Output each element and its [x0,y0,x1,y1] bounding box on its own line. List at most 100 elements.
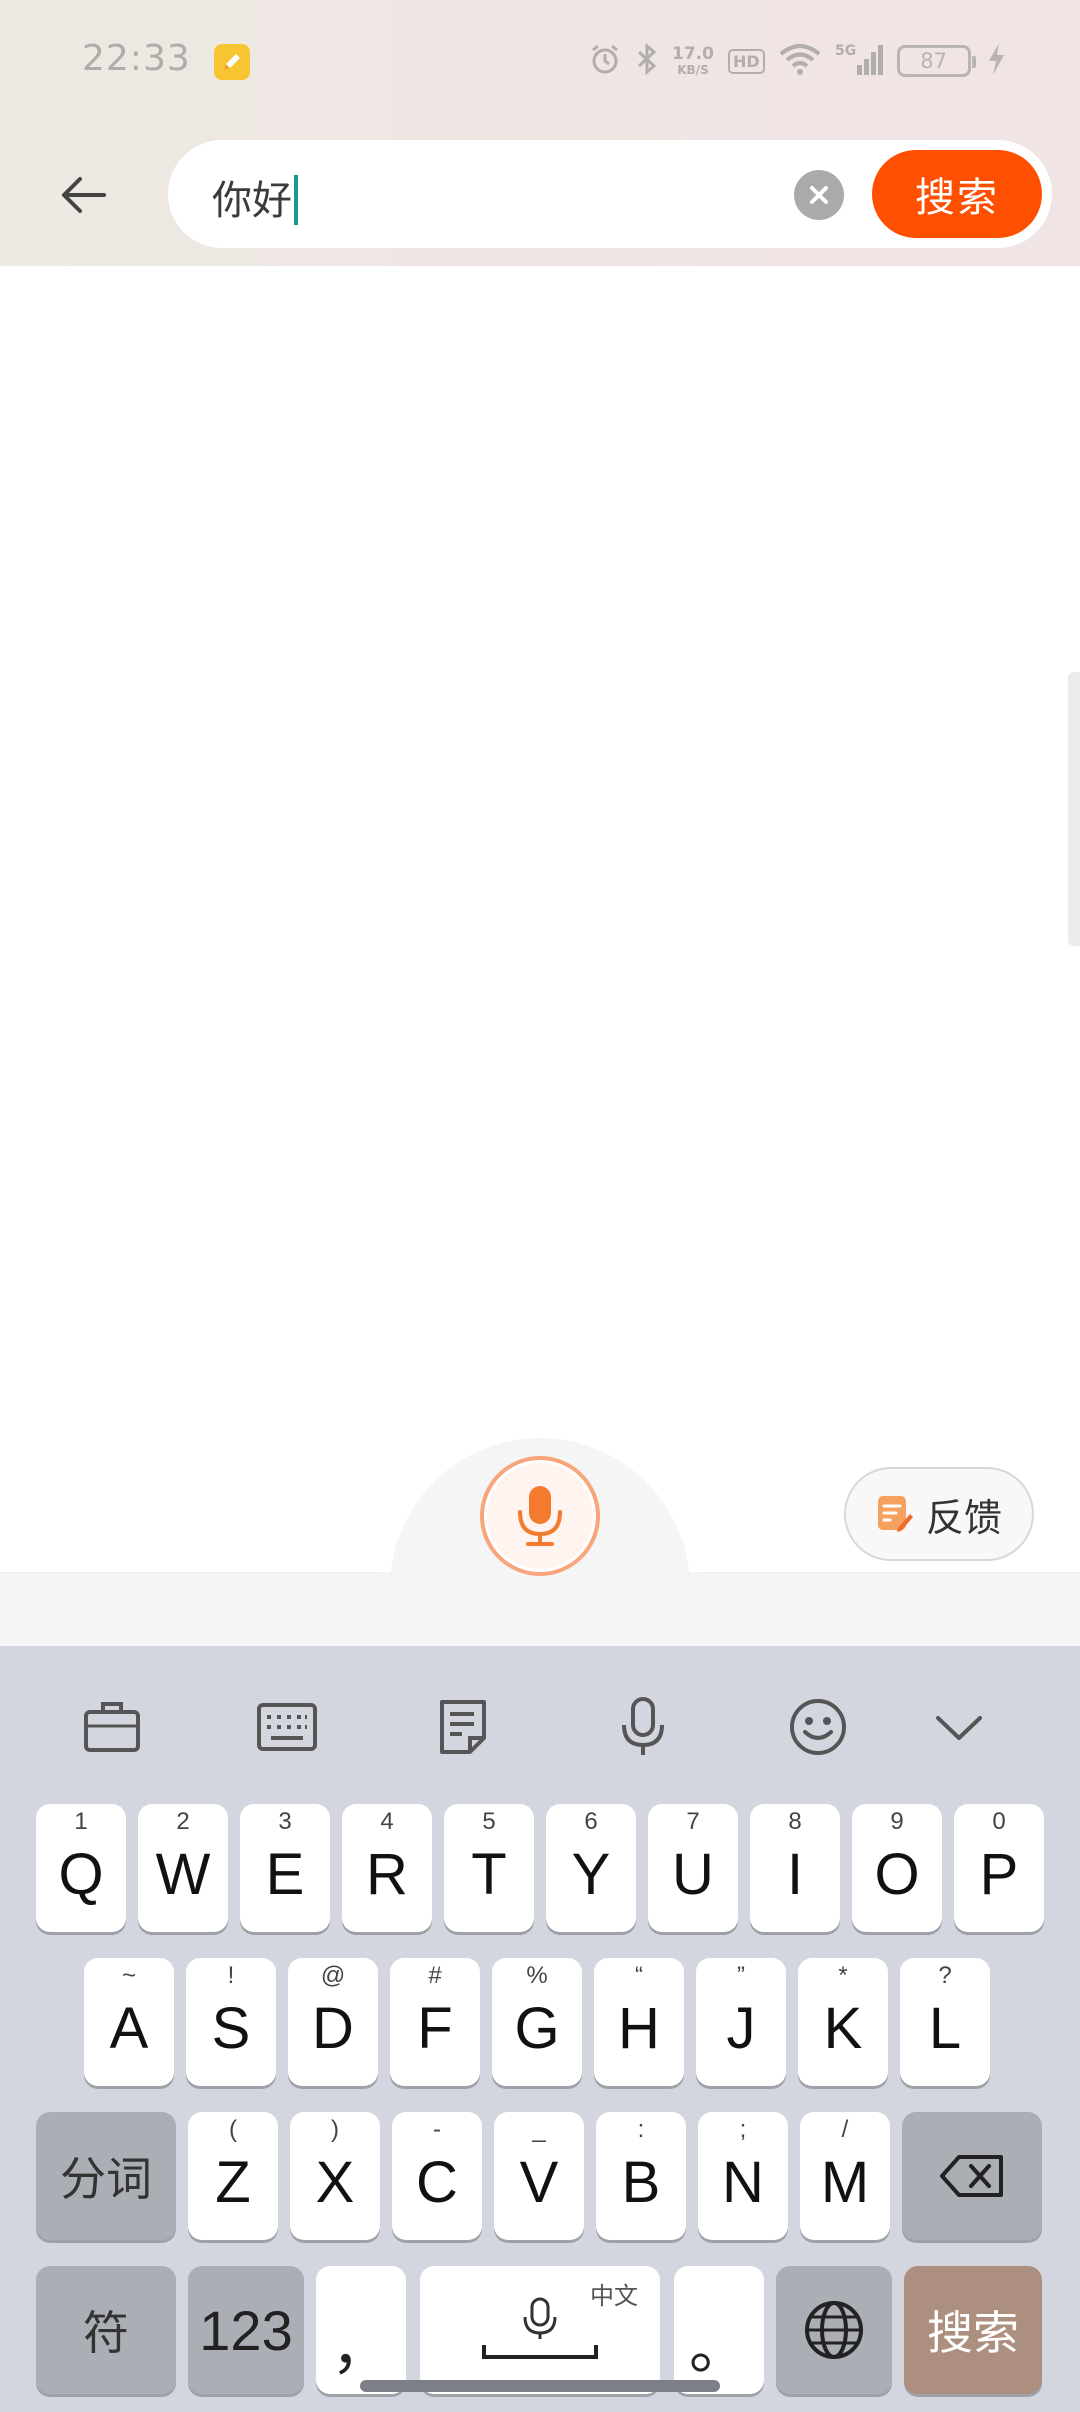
search-query: 你好 [212,178,292,224]
symbols-key-label: 符 [83,2306,129,2360]
key-label: P [979,1842,1019,1907]
key-secondary-label: 2 [176,1808,190,1835]
key-secondary-label: 3 [278,1808,292,1835]
key-e[interactable]: 3E [240,1804,330,1932]
key-label: J [726,1996,756,2061]
alarm-icon [588,42,622,80]
note-app-icon [214,44,250,80]
close-icon [810,186,828,204]
key-n[interactable]: ; N [698,2112,788,2240]
network-speed-unit: KB/S [677,62,709,77]
charging-icon [985,41,1007,81]
keyboard-layout-icon[interactable] [254,1694,320,1760]
comma-key[interactable]: ， [316,2266,406,2394]
key-label: R [366,1842,408,1907]
clear-button[interactable] [794,170,844,220]
key-label: U [672,1842,714,1907]
svg-text:5G: 5G [835,43,856,59]
voice-search-button[interactable] [480,1456,600,1576]
key-secondary-label: 9 [890,1808,904,1835]
status-bar: 22:33 17.0 KB/S HD 5G 87 [0,0,1080,120]
key-label: A [109,1996,149,2061]
space-key[interactable]: 中文 [420,2266,660,2394]
key-secondary-label: 1 [74,1808,88,1835]
key-a[interactable]: ~ A [84,1958,174,2086]
voice-input-icon[interactable] [610,1694,676,1760]
search-button[interactable]: 搜索 [872,150,1042,238]
key-z[interactable]: (Z [188,2112,278,2240]
segment-key-label: 分词 [60,2152,152,2206]
key-r[interactable]: 4R [342,1804,432,1932]
numbers-key-label: 123 [199,2298,293,2362]
key-label: D [312,1996,354,2061]
clipboard-icon[interactable] [79,1694,145,1760]
key-secondary-label: ~ [121,1962,136,1989]
side-scroll-handle[interactable] [1068,672,1080,946]
key-i[interactable]: 8I [750,1804,840,1932]
back-arrow-icon [62,177,106,213]
key-secondary-label: 4 [380,1808,394,1835]
key-secondary-label: % [526,1962,548,1989]
key-j[interactable]: ” J [696,1958,786,2086]
key-v[interactable]: _ V [494,2112,584,2240]
search-box[interactable]: 你好 搜索 [168,140,1052,248]
home-indicator[interactable] [360,2380,720,2392]
key-label: G [514,1996,560,2061]
key-d[interactable]: @ D [288,1958,378,2086]
bluetooth-icon [636,42,658,80]
key-label: Q [58,1842,104,1907]
key-h[interactable]: “H [594,1958,684,2086]
globe-icon [805,2301,863,2359]
key-l[interactable]: ? L [900,1958,990,2086]
key-label: M [820,2150,870,2215]
numbers-key[interactable]: 123 [188,2266,304,2394]
key-u[interactable]: 7U [648,1804,738,1932]
emoji-icon[interactable] [785,1694,851,1760]
key-p[interactable]: 0P [954,1804,1044,1932]
feedback-button[interactable]: 反馈 [844,1467,1034,1561]
key-f[interactable]: # F [390,1958,480,2086]
key-secondary-label: 0 [992,1808,1006,1835]
key-m[interactable]: / M [800,2112,890,2240]
enter-search-key[interactable]: 搜索 [904,2266,1042,2394]
segment-key[interactable]: 分词 [36,2112,176,2240]
network-speed-value: 17.0 [672,43,714,64]
comma-key-label: ， [331,2313,391,2381]
key-secondary-label: @ [320,1962,346,1989]
collapse-keyboard-icon[interactable] [926,1694,992,1760]
key-g[interactable]: % G [492,1958,582,2086]
microphone-icon [518,1486,562,1546]
feedback-label: 反馈 [925,1495,1002,1540]
key-o[interactable]: 9O [852,1804,942,1932]
key-k[interactable]: * K [798,1958,888,2086]
key-q[interactable]: 1Q [36,1804,126,1932]
search-input[interactable]: 你好 [212,168,298,228]
key-secondary-label: ; [739,2116,747,2143]
notes-icon[interactable] [430,1694,496,1760]
key-label: O [874,1842,920,1907]
soft-keyboard: 1Q2W3E4R5T6Y7U8I9O0P ~ A! S @ D # F% G “H” J * K? L … [0,1646,1080,2412]
key-secondary-label: ) [331,2116,339,2143]
status-icons: 17.0 KB/S HD 5G 87 [588,38,1007,84]
key-c[interactable]: -C [392,2112,482,2240]
back-button[interactable] [48,160,118,230]
key-y[interactable]: 6Y [546,1804,636,1932]
key-b[interactable]: :B [596,2112,686,2240]
key-x[interactable]: ) X [290,2112,380,2240]
symbols-key[interactable]: 符 [36,2266,176,2394]
space-mic-icon [482,2297,598,2359]
key-secondary-label: - [433,2116,441,2143]
voice-search-inner [487,1463,593,1569]
key-label: Y [571,1842,611,1907]
period-key[interactable]: 。 [674,2266,764,2394]
language-switch-key[interactable] [776,2266,892,2394]
key-secondary-label: 6 [584,1808,598,1835]
wifi-icon [779,42,821,80]
key-s[interactable]: ! S [186,1958,276,2086]
battery-indicator: 87 [896,45,976,77]
key-w[interactable]: 2W [138,1804,228,1932]
backspace-key[interactable] [902,2112,1042,2240]
key-label: S [211,1996,251,2061]
key-t[interactable]: 5T [444,1804,534,1932]
key-secondary-label: 5 [482,1808,496,1835]
